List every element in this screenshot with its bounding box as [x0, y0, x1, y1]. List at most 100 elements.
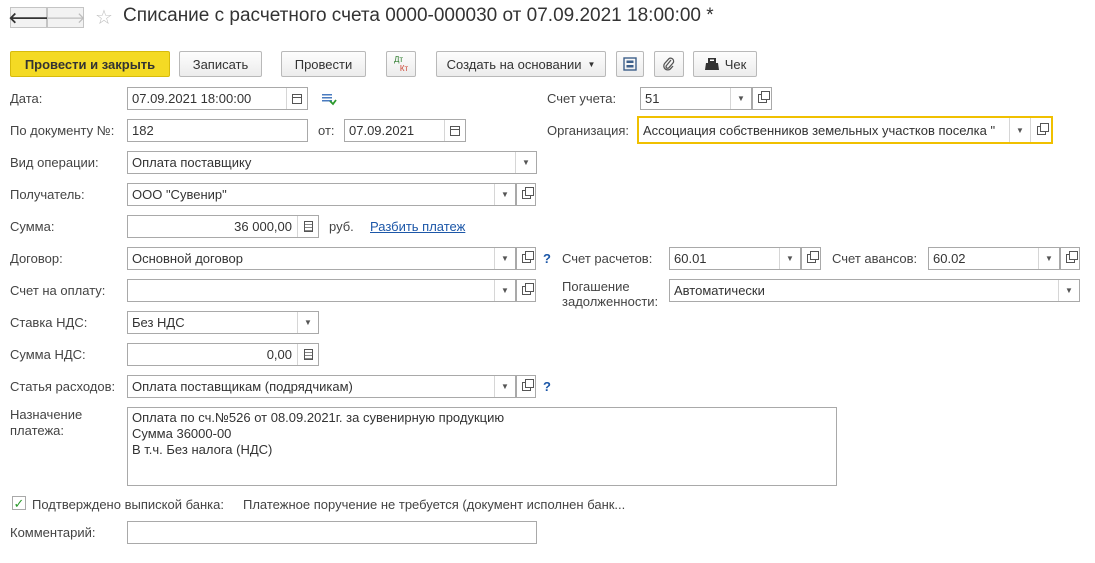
- arrow-right-icon: 🡒: [45, 10, 86, 27]
- receipt-label: Чек: [724, 56, 747, 72]
- from-date-field[interactable]: 07.09.2021: [344, 119, 466, 142]
- expense-item-field[interactable]: Оплата поставщикам (подрядчикам) ▼: [127, 375, 516, 398]
- recipient-field[interactable]: ООО "Сувенир" ▼: [127, 183, 516, 206]
- receipt-button[interactable]: Чек: [693, 51, 757, 77]
- comment-field[interactable]: [127, 521, 537, 544]
- operation-select[interactable]: Оплата поставщику ▼: [127, 151, 537, 174]
- favorite-star-icon[interactable]: ☆: [95, 5, 113, 30]
- date-value: 07.09.2021 18:00:00: [132, 91, 252, 106]
- chevron-down-icon[interactable]: ▼: [1038, 248, 1059, 269]
- chevron-down-icon[interactable]: ▼: [494, 280, 515, 301]
- settlement-account-field[interactable]: 60.01 ▼: [669, 247, 801, 270]
- dt-kt-button[interactable]: Дт Кт: [386, 51, 416, 77]
- save-button[interactable]: Записать: [179, 51, 262, 77]
- chevron-down-icon[interactable]: ▼: [730, 88, 751, 109]
- settlement-account-value: 60.01: [674, 251, 707, 266]
- open-organization-button[interactable]: [1030, 118, 1051, 142]
- cash-register-icon: [704, 58, 719, 70]
- purpose-line: Сумма 36000-00: [132, 426, 232, 441]
- open-advance-account-button[interactable]: [1060, 247, 1080, 270]
- doc-number-field[interactable]: 182: [127, 119, 308, 142]
- checkmark-icon: ✓: [13, 495, 25, 511]
- vat-rate-select[interactable]: Без НДС ▼: [127, 311, 319, 334]
- chevron-down-icon[interactable]: ▼: [1009, 118, 1030, 142]
- advance-account-field[interactable]: 60.02 ▼: [928, 247, 1060, 270]
- document-list-icon[interactable]: [321, 92, 337, 106]
- debt-repayment-label-line2: задолженности:: [562, 294, 659, 309]
- account-value: 51: [645, 91, 660, 106]
- currency-label: руб.: [329, 219, 354, 234]
- bank-confirmed-checkbox[interactable]: ✓: [12, 496, 26, 510]
- contract-value: Основной договор: [132, 251, 243, 266]
- organization-label: Организация:: [547, 123, 630, 138]
- purpose-label-line1: Назначение: [10, 407, 83, 422]
- chevron-down-icon[interactable]: ▼: [515, 152, 536, 173]
- calculator-icon[interactable]: [297, 344, 318, 365]
- invoice-label: Счет на оплату:: [10, 283, 106, 298]
- purpose-label: Назначение платежа:: [10, 407, 82, 439]
- contract-field[interactable]: Основной договор ▼: [127, 247, 516, 270]
- chevron-down-icon[interactable]: ▼: [494, 184, 515, 205]
- chevron-down-icon: ▼: [587, 59, 596, 69]
- operation-label: Вид операции:: [10, 155, 99, 170]
- organization-value: Ассоциация собственников земельных участ…: [643, 122, 996, 138]
- create-based-on-button[interactable]: Создать на основании ▼: [436, 51, 606, 77]
- vat-amount-label: Сумма НДС:: [10, 347, 86, 362]
- purpose-label-line2: платежа:: [10, 423, 64, 438]
- account-label: Счет учета:: [547, 91, 617, 106]
- debt-repayment-select[interactable]: Автоматически ▼: [669, 279, 1080, 302]
- from-label: от:: [318, 123, 335, 138]
- contract-help-icon[interactable]: ?: [543, 251, 551, 266]
- chevron-down-icon[interactable]: ▼: [779, 248, 800, 269]
- structure-button[interactable]: [616, 51, 644, 77]
- expense-item-help-icon[interactable]: ?: [543, 379, 551, 394]
- calendar-icon[interactable]: [286, 88, 307, 109]
- amount-field[interactable]: 36 000,00: [127, 215, 319, 238]
- chevron-down-icon[interactable]: ▼: [494, 376, 515, 397]
- forward-button[interactable]: 🡒: [45, 7, 86, 28]
- open-icon: [521, 283, 534, 295]
- split-payment-link[interactable]: Разбить платеж: [370, 219, 465, 234]
- structure-icon: [623, 57, 637, 71]
- debt-repayment-value: Автоматически: [674, 283, 765, 298]
- open-settlement-account-button[interactable]: [801, 247, 821, 270]
- advance-account-label: Счет авансов:: [832, 251, 918, 266]
- organization-field[interactable]: Ассоциация собственников земельных участ…: [637, 116, 1053, 144]
- vat-amount-value: 0,00: [266, 347, 292, 362]
- back-button[interactable]: 🡐: [8, 7, 49, 28]
- open-recipient-button[interactable]: [516, 183, 536, 206]
- recipient-value: ООО "Сувенир": [132, 187, 227, 202]
- post-and-close-button[interactable]: Провести и закрыть: [10, 51, 170, 77]
- purpose-line: Оплата по сч.№526 от 08.09.2021г. за сув…: [132, 410, 505, 425]
- page-title: Списание с расчетного счета 0000-000030 …: [123, 5, 714, 26]
- bank-confirmed-note: Платежное поручение не требуется (докуме…: [243, 497, 626, 512]
- open-contract-button[interactable]: [516, 247, 536, 270]
- chevron-down-icon[interactable]: ▼: [297, 312, 318, 333]
- operation-value: Оплата поставщику: [132, 155, 252, 170]
- calendar-icon[interactable]: [444, 120, 465, 141]
- chevron-down-icon[interactable]: ▼: [494, 248, 515, 269]
- vat-amount-field[interactable]: 0,00: [127, 343, 319, 366]
- dt-kt-icon-top: Дт: [393, 55, 404, 64]
- vat-rate-value: Без НДС: [132, 315, 185, 330]
- open-icon: [521, 379, 534, 391]
- invoice-field[interactable]: ▼: [127, 279, 516, 302]
- bank-confirmed-label: Подтверждено выпиской банка:: [32, 497, 224, 512]
- calculator-icon[interactable]: [297, 216, 318, 237]
- attach-button[interactable]: [654, 51, 684, 77]
- open-icon: [757, 91, 770, 103]
- vat-rate-label: Ставка НДС:: [10, 315, 88, 330]
- chevron-down-icon[interactable]: ▼: [1058, 280, 1079, 301]
- account-field[interactable]: 51 ▼: [640, 87, 752, 110]
- date-field[interactable]: 07.09.2021 18:00:00: [127, 87, 308, 110]
- payment-purpose-textarea[interactable]: Оплата по сч.№526 от 08.09.2021г. за сув…: [127, 407, 837, 486]
- open-invoice-button[interactable]: [516, 279, 536, 302]
- open-expense-item-button[interactable]: [516, 375, 536, 398]
- arrow-left-icon: 🡐: [8, 10, 49, 27]
- comment-label: Комментарий:: [10, 525, 96, 540]
- post-button[interactable]: Провести: [281, 51, 366, 77]
- doc-number-value: 182: [132, 123, 154, 138]
- from-date-value: 07.09.2021: [349, 123, 415, 138]
- paperclip-icon: [663, 57, 675, 71]
- open-account-button[interactable]: [752, 87, 772, 110]
